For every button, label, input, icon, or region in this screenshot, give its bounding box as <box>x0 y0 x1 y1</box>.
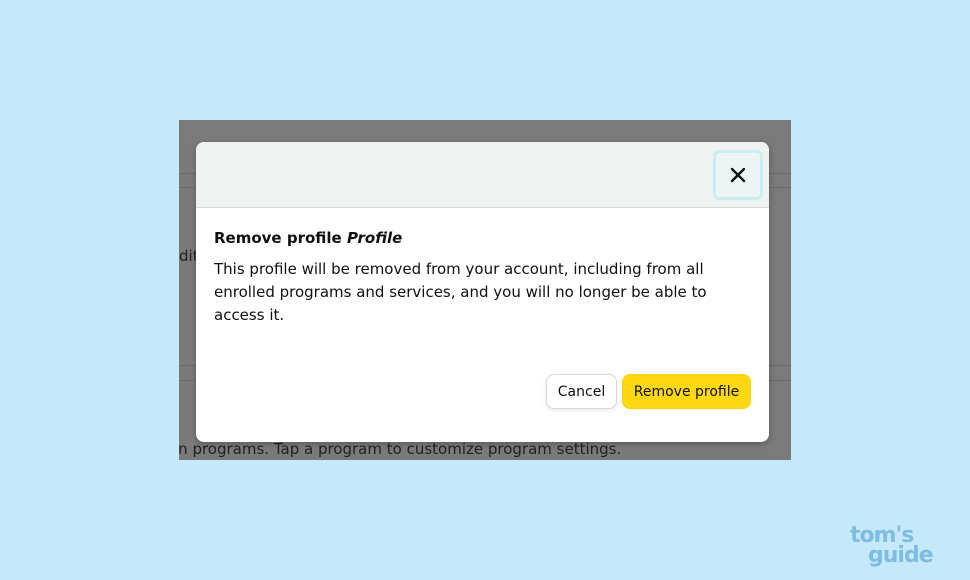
dialog-message: This profile will be removed from your a… <box>214 260 707 324</box>
dialog-profile-name: Profile <box>346 229 403 247</box>
toms-guide-logo: tom's guide <box>850 525 950 568</box>
dialog-actions: Cancel Remove profile <box>546 374 751 409</box>
background-description-text: on programs. Tap a program to customize … <box>179 440 622 458</box>
remove-profile-dialog: Remove profile Profile This profile will… <box>196 142 769 442</box>
dialog-title-prefix: Remove profile <box>214 229 342 247</box>
dialog-header <box>196 142 769 208</box>
cancel-button[interactable]: Cancel <box>546 374 617 409</box>
close-x-icon <box>730 167 746 183</box>
dialog-title: Remove profile Profile <box>214 228 751 248</box>
dialog-body: Remove profile Profile This profile will… <box>196 208 769 327</box>
close-button[interactable] <box>713 150 763 200</box>
remove-profile-button[interactable]: Remove profile <box>622 374 751 409</box>
logo-line-2: guide <box>868 543 934 568</box>
